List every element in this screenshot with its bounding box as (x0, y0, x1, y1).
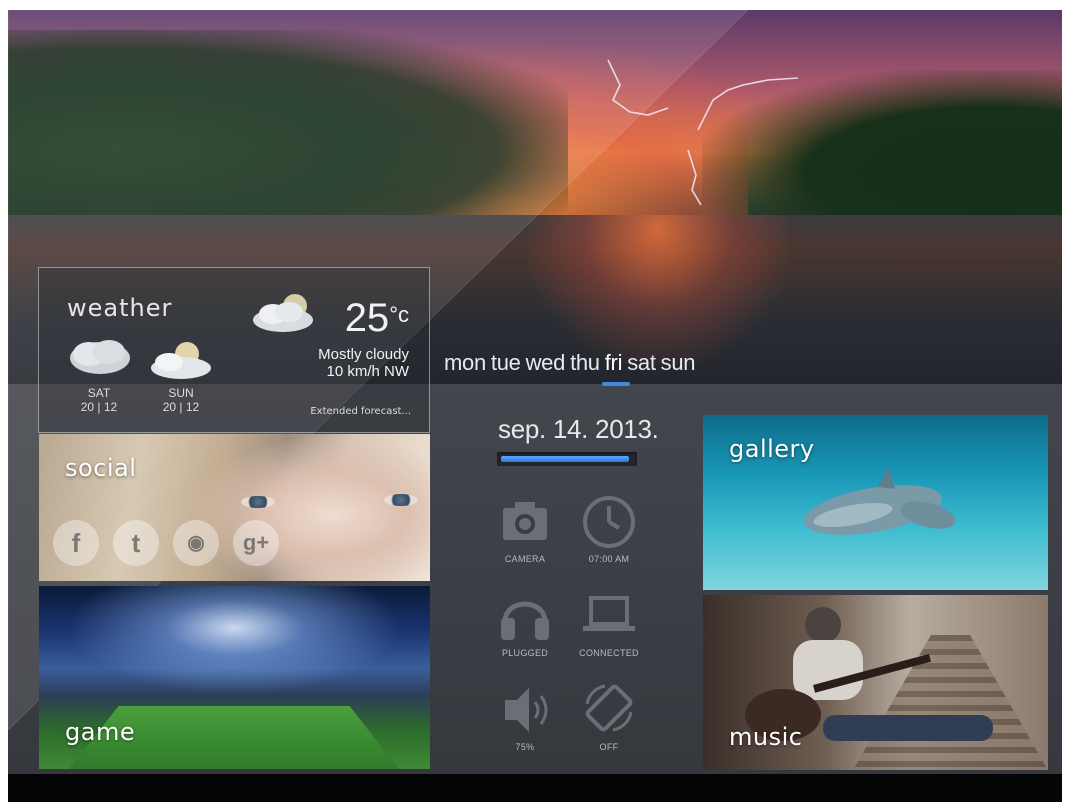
current-temperature: 25°c (344, 296, 409, 340)
wind-info: 10 km/h NW (326, 363, 409, 380)
date-progress-fill (501, 456, 630, 462)
day-wed[interactable]: wed (526, 350, 566, 375)
day-fri[interactable]: fri (605, 350, 623, 375)
facebook-icon[interactable]: f (53, 520, 99, 566)
day-sun[interactable]: sun (661, 350, 696, 375)
extended-forecast-link[interactable]: Extended forecast... (310, 406, 411, 417)
gallery-label: gallery (729, 435, 815, 463)
game-label: game (65, 718, 136, 746)
laptop-icon (583, 596, 635, 631)
selected-day-indicator (602, 382, 630, 386)
social-tile[interactable]: social f t ◉ g+ (39, 434, 430, 581)
laptop-status[interactable]: CONNECTED (564, 584, 654, 658)
date-progress-bar (497, 452, 637, 466)
game-tile[interactable]: game (39, 586, 430, 769)
partly-cloudy-icon (151, 342, 211, 379)
day-mon[interactable]: mon (444, 350, 486, 375)
partly-cloudy-icon (253, 294, 313, 332)
forecast-day-sat: SAT 20 | 12 (80, 386, 118, 414)
music-label: music (729, 723, 803, 751)
day-thu[interactable]: thu (570, 350, 600, 375)
headphones-status[interactable]: PLUGGED (480, 584, 570, 658)
twitter-icon[interactable]: t (113, 520, 159, 566)
day-selector: mon tue wed thu fri sat sun (444, 350, 700, 376)
google-plus-icon[interactable]: g+ (233, 520, 279, 566)
day-sat[interactable]: sat (627, 350, 656, 375)
weather-title: weather (67, 294, 173, 322)
gallery-tile[interactable]: gallery (703, 415, 1048, 590)
headphones-icon (501, 601, 549, 640)
camera-status[interactable]: CAMERA (480, 490, 570, 564)
rss-icon[interactable]: ◉ (173, 520, 219, 566)
stadium-lights-photo (39, 586, 430, 706)
dashboard-screen: weather 25°c Mostly cloudy 10 km/h NW SA… (8, 10, 1062, 802)
music-tile[interactable]: music (703, 595, 1048, 770)
speaker-volume-icon (505, 688, 548, 732)
forecast-day-sun: SUN 20 | 12 (162, 386, 200, 414)
bottom-bar (8, 774, 1062, 802)
portrait-photo (189, 434, 429, 581)
rotation-status[interactable]: OFF (564, 678, 654, 752)
cloudy-icon (70, 340, 130, 374)
social-label: social (65, 454, 137, 482)
weather-condition: Mostly cloudy 10 km/h NW (318, 346, 409, 380)
clock-icon (583, 496, 635, 548)
weather-widget[interactable]: weather 25°c Mostly cloudy 10 km/h NW SA… (38, 267, 430, 433)
camera-icon (503, 502, 547, 540)
screen-rotation-icon (585, 684, 633, 732)
clock-status[interactable]: 07:00 AM (564, 490, 654, 564)
day-tue[interactable]: tue (491, 350, 521, 375)
current-date: sep. 14. 2013. (498, 414, 659, 444)
volume-status[interactable]: 75% (480, 678, 570, 752)
